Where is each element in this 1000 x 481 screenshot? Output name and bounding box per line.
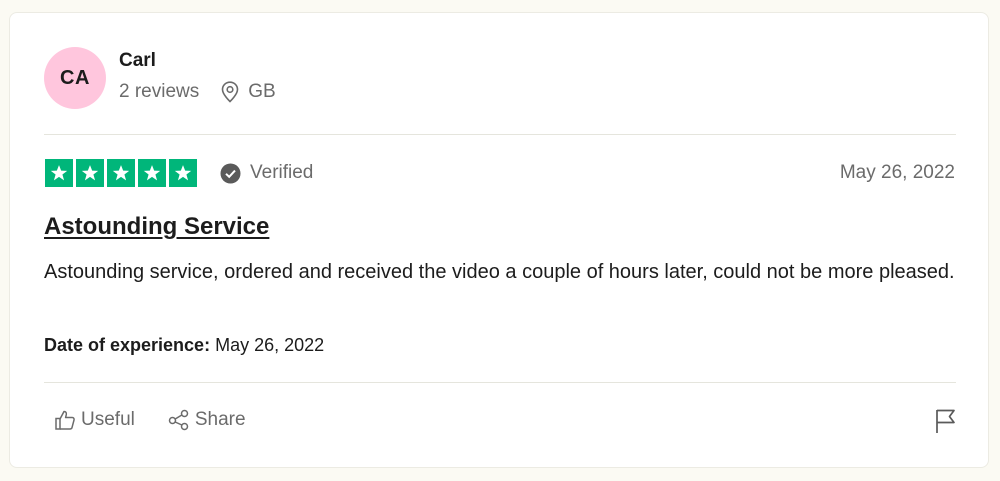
review-count: 2 reviews xyxy=(119,80,200,102)
location-pin-icon xyxy=(221,80,239,103)
star-icon xyxy=(45,159,73,187)
verified-badge[interactable]: Verified xyxy=(220,162,313,184)
rating-row: Verified May 26, 2022 xyxy=(45,159,957,187)
reviewer-name[interactable]: Carl xyxy=(119,50,276,72)
reviewer-location: GB xyxy=(221,80,276,103)
share-label: Share xyxy=(194,409,246,430)
star-icon xyxy=(169,159,197,187)
experience-date: May 26, 2022 xyxy=(215,335,325,355)
reviewer-header: CA Carl 2 reviews GB xyxy=(44,47,276,109)
star-icon xyxy=(76,159,104,187)
star-icon xyxy=(138,159,166,187)
reviewer-info: Carl 2 reviews GB xyxy=(119,50,276,103)
reviewer-country: GB xyxy=(248,80,276,102)
reviewer-meta: 2 reviews GB xyxy=(119,81,276,103)
thumbs-up-icon xyxy=(55,410,75,430)
header-divider xyxy=(44,134,956,135)
avatar-initials: CA xyxy=(60,66,90,89)
useful-label: Useful xyxy=(81,409,135,430)
flag-icon xyxy=(936,409,955,433)
share-button[interactable]: Share xyxy=(168,409,246,431)
star-rating xyxy=(45,159,200,187)
report-flag-button[interactable] xyxy=(934,408,956,439)
date-of-experience: Date of experience: May 26, 2022 xyxy=(44,335,324,356)
review-date: May 26, 2022 xyxy=(839,162,955,183)
useful-button[interactable]: Useful xyxy=(54,409,135,431)
review-title[interactable]: Astounding Service xyxy=(44,213,269,241)
share-icon xyxy=(168,409,189,431)
review-text: Astounding service, ordered and received… xyxy=(44,261,955,283)
star-icon xyxy=(107,159,135,187)
review-card: CA Carl 2 reviews GB Verified May 26, 20… xyxy=(9,12,989,468)
avatar[interactable]: CA xyxy=(44,47,106,109)
verified-label: Verified xyxy=(250,162,314,183)
footer-divider xyxy=(44,382,956,383)
review-actions: Useful Share xyxy=(54,409,246,431)
experience-label: Date of experience: xyxy=(44,335,211,355)
verified-check-icon xyxy=(220,163,241,183)
